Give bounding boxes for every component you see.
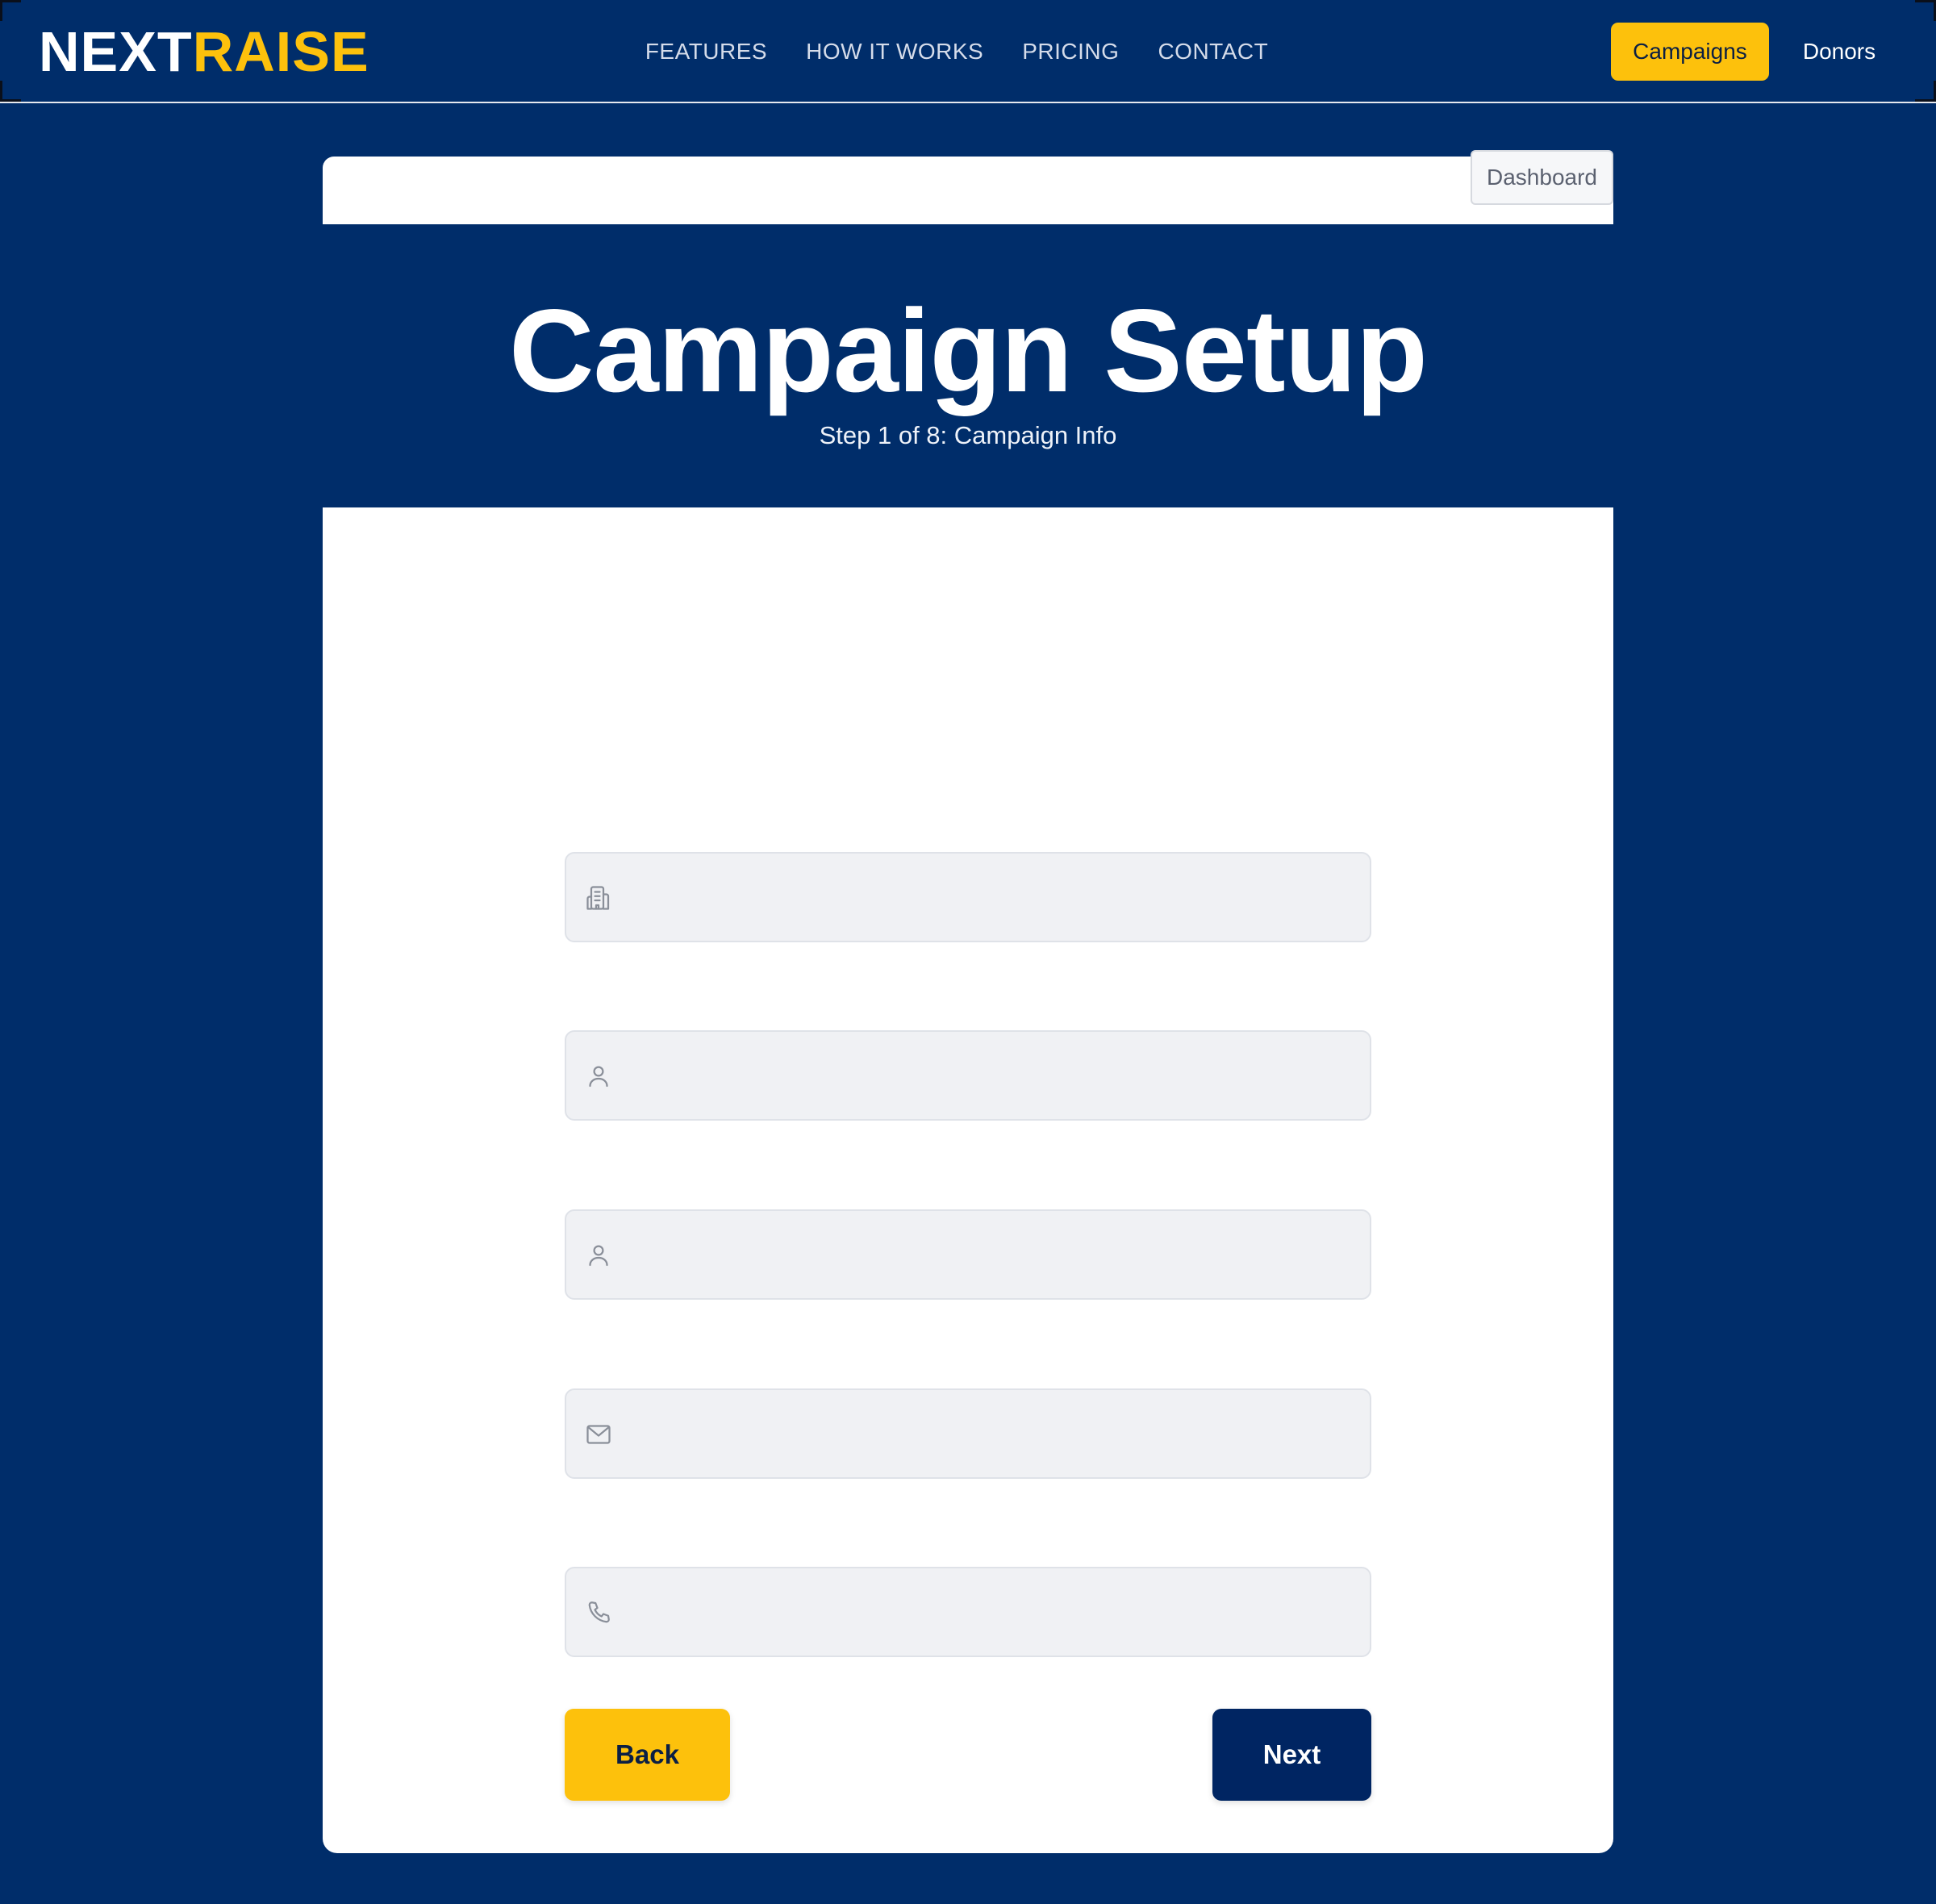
organization-input[interactable] xyxy=(631,854,1357,941)
phone-field[interactable] xyxy=(565,1567,1371,1657)
nav-link-contact[interactable]: CONTACT xyxy=(1158,35,1268,68)
back-button[interactable]: Back xyxy=(565,1709,730,1801)
page-title: Campaign Setup xyxy=(509,285,1428,416)
campaigns-button[interactable]: Campaigns xyxy=(1611,23,1769,81)
email-input[interactable] xyxy=(631,1390,1357,1477)
nav-link-pricing[interactable]: PRICING xyxy=(1022,35,1119,68)
building-icon xyxy=(586,886,610,910)
frame-corner xyxy=(0,81,21,102)
brand-logo-part1: NEXT xyxy=(39,20,193,83)
brand-logo-part2: RAISE xyxy=(192,20,369,83)
step-subtitle: Step 1 of 8: Campaign Info xyxy=(819,421,1117,449)
frame-corner xyxy=(1915,81,1936,102)
top-navbar: NEXTRAISE FEATURES HOW IT WORKS PRICING … xyxy=(0,0,1936,103)
donors-button[interactable]: Donors xyxy=(1789,23,1889,81)
next-button[interactable]: Next xyxy=(1212,1709,1371,1801)
dashboard-button[interactable]: Dashboard xyxy=(1471,150,1613,205)
brand-logo[interactable]: NEXTRAISE xyxy=(39,21,369,82)
frame-corner xyxy=(1915,0,1936,21)
mail-icon xyxy=(586,1425,611,1444)
top-strip-panel xyxy=(323,157,1613,224)
form-card: Back Next xyxy=(323,507,1613,1853)
last-name-field[interactable] xyxy=(565,1209,1371,1300)
nav-link-how-it-works[interactable]: HOW IT WORKS xyxy=(806,35,983,68)
last-name-input[interactable] xyxy=(631,1211,1357,1298)
email-field[interactable] xyxy=(565,1388,1371,1479)
first-name-input[interactable] xyxy=(631,1032,1357,1119)
phone-icon xyxy=(588,1601,610,1623)
user-icon xyxy=(589,1066,608,1088)
user-icon xyxy=(589,1245,608,1267)
frame-corner xyxy=(0,0,21,21)
organization-field[interactable] xyxy=(565,852,1371,942)
phone-input[interactable] xyxy=(631,1568,1357,1656)
first-name-field[interactable] xyxy=(565,1030,1371,1121)
nav-link-features[interactable]: FEATURES xyxy=(645,35,767,68)
